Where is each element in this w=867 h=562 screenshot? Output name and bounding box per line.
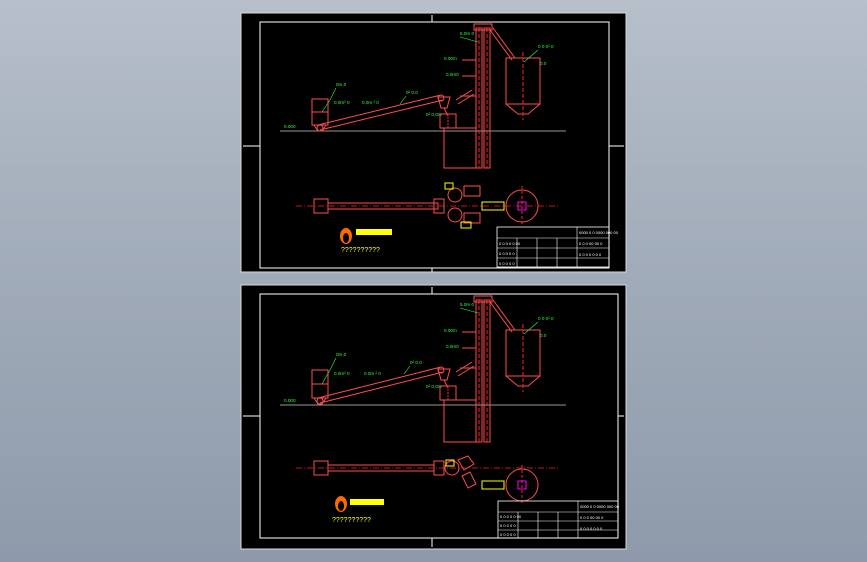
label-belt: 0.0m ² 0 [362, 100, 379, 105]
title-row1: 0 0 0 0 0 00 [499, 241, 521, 246]
label-silo: 0 0 0² 0 [538, 316, 554, 321]
label-tower-mid: 0.00m [444, 328, 457, 333]
label-tower-low: 0.0m0 [446, 72, 459, 77]
cad-viewer-canvas[interactable]: 0.000 0m,0 0.0m² 0 0.0m ² 0 0² 0.0 5.0m … [0, 0, 867, 562]
title-row3: 0 0 0 0 0 [499, 261, 515, 266]
title-header: 0000 0 0 0000 000 00 [580, 504, 620, 509]
title-right2: 0 0 0 0 0 0 0 [580, 526, 603, 531]
label-hopper: 0m,0 [336, 352, 347, 357]
label-silo-sub: 0.0 [540, 333, 547, 338]
title-row3: 0 0 0 0 0 [500, 532, 516, 537]
label-tower-top: 5.0m 0 [460, 31, 474, 36]
title-right1: 0 0 0 00 00 0 [580, 515, 604, 520]
title-row1: 0 0 0 0 0 00 [500, 514, 522, 519]
label-feeder: 0.0m² 0 [334, 100, 350, 105]
title-row2: 0 0 0 0 0 [500, 523, 516, 528]
label-belt-top: 0² 0.0 [410, 360, 422, 365]
sheet-top[interactable]: 0.000 0m,0 0.0m² 0 0.0m ² 0 0² 0.0 5.0m … [240, 12, 627, 273]
label-ground: 0.000 [284, 398, 296, 403]
label-belt: 0.0m ² 0 [364, 371, 381, 376]
label-ground: 0.000 [284, 124, 296, 129]
sheet-bottom[interactable]: 0.000 0m,0 0.0m² 0 0.0m ² 0 0² 0.0 5.0m … [240, 284, 627, 550]
label-tower-top: 5.0m 0 [460, 302, 474, 307]
title-right1: 0 0 0 00 00 0 [579, 241, 603, 246]
label-crusher: 0² 0,0m [426, 112, 442, 117]
title-header: 0000 0 0 0000 000 00 [579, 230, 619, 235]
label-silo: 0 0 0² 0 [538, 44, 554, 49]
label-belt-top: 0² 0.0 [406, 90, 418, 95]
title-right2: 0 0 0 0 0 0 0 [579, 252, 602, 257]
label-crusher: 0² 0,0m [426, 384, 442, 389]
label-silo-sub: 0.0 [540, 61, 547, 66]
logo-caption: ?????????? [341, 247, 380, 254]
label-tower-mid: 0.00m [444, 56, 457, 61]
label-feeder: 0.0m² 0 [334, 371, 350, 376]
label-tower-low: 0.0m0 [446, 344, 459, 349]
label-hopper: 0m,0 [336, 82, 347, 87]
logo-caption: ?????????? [332, 517, 371, 524]
title-row2: 0 0 0 0 0 [499, 251, 515, 256]
